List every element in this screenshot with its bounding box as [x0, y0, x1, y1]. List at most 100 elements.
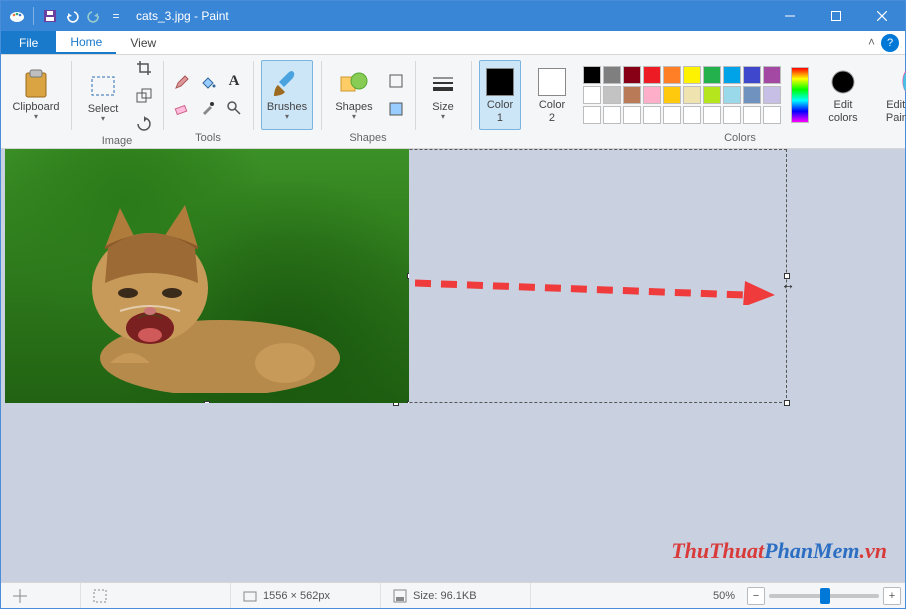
image-resize-handle-bottom[interactable]	[204, 401, 210, 403]
title-filename: cats_3.jpg	[136, 9, 191, 23]
palette-swatch[interactable]	[603, 106, 621, 124]
group-clipboard: Clipboard ▾ Clipboard	[1, 55, 71, 148]
eraser-icon[interactable]	[171, 97, 193, 119]
group-label-tools: Tools	[195, 132, 221, 148]
status-selection-size	[81, 583, 231, 608]
edit-colors-button[interactable]: Edit colors	[819, 60, 867, 130]
group-label-brushes	[285, 132, 288, 148]
clipboard-button[interactable]: Clipboard ▾	[9, 60, 63, 130]
palette-swatch[interactable]	[683, 106, 701, 124]
color2-button[interactable]: Color 2	[531, 60, 573, 130]
qat-undo-icon[interactable]	[62, 6, 82, 26]
palette-swatch[interactable]	[703, 106, 721, 124]
palette-swatch[interactable]	[763, 86, 781, 104]
palette-swatch[interactable]	[763, 66, 781, 84]
palette-swatch[interactable]	[663, 66, 681, 84]
palette-swatch[interactable]	[743, 106, 761, 124]
qat-save-icon[interactable]	[40, 6, 60, 26]
text-icon[interactable]: A	[223, 71, 245, 93]
chevron-down-icon: ▾	[34, 113, 38, 122]
paint3d-label: Edit with Paint 3D	[886, 99, 906, 123]
palette-swatch[interactable]	[723, 86, 741, 104]
shape-fill-icon[interactable]	[385, 98, 407, 120]
help-icon[interactable]: ?	[881, 34, 899, 52]
palette-swatch[interactable]	[623, 86, 641, 104]
image-resize-handle[interactable]	[407, 273, 409, 279]
chevron-down-icon: ▾	[285, 113, 289, 122]
zoom-out-button[interactable]: −	[747, 587, 765, 605]
annotation-arrow	[415, 275, 775, 305]
palette-swatch[interactable]	[723, 66, 741, 84]
brushes-button[interactable]: Brushes ▾	[261, 60, 313, 130]
palette-swatch[interactable]	[763, 106, 781, 124]
paint3d-button[interactable]: Edit with Paint 3D	[877, 60, 906, 130]
disk-icon	[393, 589, 407, 603]
palette-swatch[interactable]	[723, 106, 741, 124]
window-title: cats_3.jpg - Paint	[136, 9, 229, 23]
magnifier-icon[interactable]	[223, 97, 245, 119]
palette-swatch[interactable]	[703, 86, 721, 104]
rotate-icon[interactable]	[133, 113, 155, 135]
palette-swatch[interactable]	[703, 66, 721, 84]
brush-icon	[272, 67, 302, 101]
palette-swatch[interactable]	[643, 86, 661, 104]
palette-swatch[interactable]	[623, 106, 641, 124]
qat-redo-icon[interactable]	[84, 6, 104, 26]
zoom-slider[interactable]	[769, 594, 879, 598]
palette-swatch[interactable]	[663, 86, 681, 104]
palette-swatch[interactable]	[683, 86, 701, 104]
palette-swatch[interactable]	[663, 106, 681, 124]
resize-cursor-icon: ↔	[781, 276, 795, 292]
palette-swatch[interactable]	[743, 66, 761, 84]
image-resize-handle-corner[interactable]	[407, 401, 409, 403]
palette-swatch[interactable]	[583, 106, 601, 124]
title-bar: = cats_3.jpg - Paint	[1, 1, 905, 31]
qat-customize-icon[interactable]: =	[106, 6, 126, 26]
palette-swatch[interactable]	[603, 86, 621, 104]
color1-button[interactable]: Color 1	[479, 60, 521, 130]
palette-swatch[interactable]	[603, 66, 621, 84]
palette-swatch[interactable]	[683, 66, 701, 84]
group-tools: A Tools	[163, 55, 253, 148]
palette-swatch[interactable]	[583, 86, 601, 104]
tab-home[interactable]: Home	[56, 31, 116, 54]
tab-view[interactable]: View	[116, 31, 170, 54]
palette-swatch[interactable]	[643, 106, 661, 124]
palette-swatch[interactable]	[623, 66, 641, 84]
palette-swatch[interactable]	[583, 66, 601, 84]
paint3d-icon	[894, 65, 906, 99]
color2-label: Color 2	[539, 99, 565, 123]
tab-file[interactable]: File	[1, 31, 56, 54]
size-button[interactable]: Size ▾	[423, 60, 463, 130]
select-button[interactable]: Select ▾	[79, 61, 127, 131]
group-brushes: Brushes ▾	[253, 55, 321, 148]
zoom-slider-thumb[interactable]	[820, 588, 830, 604]
crop-icon[interactable]	[133, 57, 155, 79]
group-shapes: Shapes ▾ Shapes	[321, 55, 415, 148]
fill-icon[interactable]	[197, 71, 219, 93]
clipboard-icon	[22, 67, 50, 101]
zoom-in-button[interactable]: +	[883, 587, 901, 605]
quick-access-toolbar: =	[1, 6, 126, 26]
watermark-part3: .vn	[860, 538, 888, 563]
status-filesize-text: Size: 96.1KB	[413, 590, 477, 602]
ribbon-tabstrip: File Home View ˄ ?	[1, 31, 905, 55]
shapes-button[interactable]: Shapes ▾	[329, 60, 379, 130]
window-close-button[interactable]	[859, 1, 905, 31]
resize-handle-corner[interactable]	[784, 400, 790, 406]
status-canvas-size: 1556 × 562px	[231, 583, 381, 608]
resize-icon[interactable]	[133, 85, 155, 107]
window-maximize-button[interactable]	[813, 1, 859, 31]
palette-swatch[interactable]	[643, 66, 661, 84]
collapse-ribbon-icon[interactable]: ˄	[862, 31, 881, 54]
palette-swatch[interactable]	[743, 86, 761, 104]
canvas-workarea[interactable]: ↔ ThuThuatPhanMem.vn	[1, 149, 905, 582]
status-bar: 1556 × 562px Size: 96.1KB 50% − +	[1, 582, 905, 608]
chevron-down-icon: ▾	[441, 113, 445, 122]
pencil-icon[interactable]	[171, 71, 193, 93]
window-minimize-button[interactable]	[767, 1, 813, 31]
color-picker-icon[interactable]	[197, 97, 219, 119]
watermark: ThuThuatPhanMem.vn	[671, 538, 887, 564]
shape-outline-icon[interactable]	[385, 70, 407, 92]
pasted-image[interactable]	[5, 149, 409, 403]
